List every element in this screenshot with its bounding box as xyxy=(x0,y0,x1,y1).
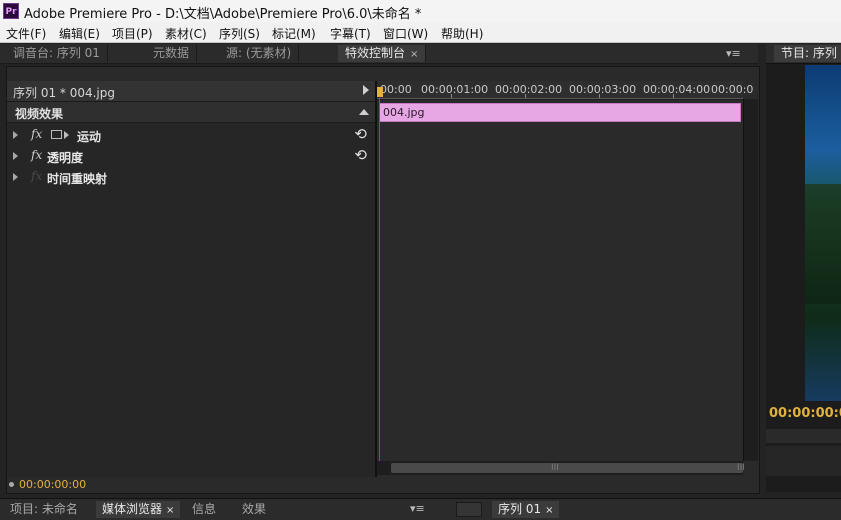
ruler-label: 00:00:02:00 xyxy=(495,83,563,96)
horizontal-scrollbar[interactable]: III III xyxy=(377,461,745,475)
ruler-label: 00:00:03:00 xyxy=(569,83,637,96)
fx-toggle-icon[interactable]: fx xyxy=(31,148,42,162)
preview-scene-image xyxy=(805,184,841,304)
menu-window[interactable]: 窗口(W) xyxy=(383,25,428,42)
close-icon[interactable]: × xyxy=(410,49,418,60)
menu-sequence[interactable]: 序列(S) xyxy=(219,25,260,42)
program-monitor-tabs: 节目: 序列 xyxy=(766,44,841,64)
timecode-dot-icon xyxy=(9,482,14,487)
expand-triangle-icon[interactable] xyxy=(13,152,18,160)
tab-media-browser-label: 媒体浏览器 xyxy=(102,502,163,516)
effect-timeline[interactable]: 00:00 00:00:01:00 00:00:02:00 00:00:03:0… xyxy=(377,81,753,461)
program-scrollbar[interactable] xyxy=(766,429,841,443)
window-title: Adobe Premiere Pro - D:\文档\Adobe\Premier… xyxy=(24,7,422,22)
scrollbar-thumb[interactable]: III III xyxy=(391,463,745,473)
effect-row-time-remap[interactable]: fx 时间重映射 xyxy=(7,167,375,187)
tab-audio-mixer[interactable]: 调音台: 序列 01 xyxy=(6,45,108,62)
effect-name-motion: 运动 xyxy=(77,130,102,144)
tab-effect-controls-label: 特效控制台 xyxy=(345,46,406,60)
ruler-baseline xyxy=(377,98,743,99)
effect-row-opacity[interactable]: fx 透明度 ⟲ xyxy=(7,146,375,166)
scroll-grip-icon: III xyxy=(737,463,745,473)
tab-metadata-label: 元数据 xyxy=(153,46,190,60)
tab-audio-mixer-label: 调音台: 序列 01 xyxy=(13,46,100,60)
fx-disabled-icon: fx xyxy=(31,169,43,183)
effect-controls-panel: 序列 01 * 004.jpg 视频效果 fx 运动 ⟲ fx 透明度 ⟲ fx… xyxy=(6,66,760,494)
tab-effects[interactable]: 效果 xyxy=(236,501,272,518)
tab-source-label: 源: (无素材) xyxy=(226,46,292,60)
tab-metadata[interactable]: 元数据 xyxy=(146,45,198,62)
panel-menu-icon[interactable]: ▾≡ xyxy=(410,502,425,515)
menu-project[interactable]: 项目(P) xyxy=(112,25,153,42)
effect-controls-footer: 00:00:00:00 xyxy=(7,477,759,493)
tab-info-label: 信息 xyxy=(192,502,217,516)
clip-header: 序列 01 * 004.jpg xyxy=(7,81,375,102)
ruler-label: 00:00 xyxy=(380,83,412,96)
menu-clip[interactable]: 素材(C) xyxy=(165,25,207,42)
ruler-label: 00:00:0 xyxy=(711,83,754,96)
menu-bar: 文件(F) 编辑(E) 项目(P) 素材(C) 序列(S) 标记(M) 字幕(T… xyxy=(0,22,841,43)
tab-program[interactable]: 节目: 序列 xyxy=(774,45,841,62)
close-icon[interactable]: × xyxy=(545,505,553,516)
program-controls xyxy=(766,446,841,476)
program-monitor-panel: 节目: 序列 00:00:00:0 xyxy=(766,44,841,492)
tab-project-label: 项目: 未命名 xyxy=(10,502,78,516)
close-icon[interactable]: × xyxy=(166,505,174,516)
clip-header-label: 序列 01 * 004.jpg xyxy=(13,86,116,100)
menu-marker[interactable]: 标记(M) xyxy=(272,25,316,42)
collapse-up-icon[interactable] xyxy=(359,109,369,115)
vertical-scrollbar[interactable] xyxy=(743,99,758,461)
bottom-panel-tabs: 项目: 未命名 媒体浏览器 × 信息 效果 ▾≡ 序列 01 × xyxy=(0,498,841,520)
expand-triangle-icon[interactable] xyxy=(13,173,18,181)
source-panel-tabs: 调音台: 序列 01 元数据 源: (无素材) 特效控制台 × ▾≡ xyxy=(0,44,758,64)
reset-icon[interactable]: ⟲ xyxy=(354,125,367,143)
playhead-handle-icon[interactable] xyxy=(377,87,383,97)
tab-media-browser[interactable]: 媒体浏览器 × xyxy=(96,501,181,518)
show-timeline-arrow-icon[interactable] xyxy=(363,85,369,95)
tab-sequence-label: 序列 01 xyxy=(498,502,542,516)
time-ruler[interactable]: 00:00 00:00:01:00 00:00:02:00 00:00:03:0… xyxy=(377,81,753,100)
transform-box-icon[interactable] xyxy=(51,130,62,139)
effect-name-time-remap: 时间重映射 xyxy=(47,172,108,186)
tab-project[interactable]: 项目: 未命名 xyxy=(4,501,84,518)
tab-effect-controls[interactable]: 特效控制台 × xyxy=(338,45,427,62)
clip-bar[interactable]: 004.jpg xyxy=(379,103,741,122)
tab-info[interactable]: 信息 xyxy=(186,501,222,518)
title-bar: Pr Adobe Premiere Pro - D:\文档\Adobe\Prem… xyxy=(0,0,841,22)
fx-toggle-icon[interactable]: fx xyxy=(31,127,42,141)
ruler-label: 00:00:04:00 xyxy=(643,83,711,96)
menu-title[interactable]: 字幕(T) xyxy=(330,25,371,42)
menu-file[interactable]: 文件(F) xyxy=(6,25,46,42)
menu-edit[interactable]: 编辑(E) xyxy=(59,25,100,42)
tools-grip-icon[interactable] xyxy=(456,502,482,517)
menu-help[interactable]: 帮助(H) xyxy=(441,25,483,42)
effect-row-motion[interactable]: fx 运动 ⟲ xyxy=(7,125,375,145)
expand-triangle-icon[interactable] xyxy=(13,131,18,139)
ruler-label: 00:00:01:00 xyxy=(421,83,489,96)
current-timecode[interactable]: 00:00:00:00 xyxy=(19,478,86,491)
clip-bar-label: 004.jpg xyxy=(383,106,425,119)
effect-list-area: 序列 01 * 004.jpg 视频效果 fx 运动 ⟲ fx 透明度 ⟲ fx… xyxy=(7,81,375,493)
scroll-grip-icon: III xyxy=(551,463,559,473)
playhead-line xyxy=(379,99,380,461)
tab-source[interactable]: 源: (无素材) xyxy=(219,45,300,62)
transform-arrow-icon xyxy=(64,131,69,139)
premiere-app-icon: Pr xyxy=(3,3,19,19)
panel-menu-icon[interactable]: ▾≡ xyxy=(726,47,741,60)
reset-icon[interactable]: ⟲ xyxy=(354,146,367,164)
tab-sequence[interactable]: 序列 01 × xyxy=(492,501,560,518)
effect-name-opacity: 透明度 xyxy=(47,151,84,165)
video-effects-header: 视频效果 xyxy=(7,102,375,123)
video-effects-label: 视频效果 xyxy=(15,107,64,121)
tab-effects-label: 效果 xyxy=(242,502,267,516)
program-timecode[interactable]: 00:00:00:0 xyxy=(769,406,841,421)
tab-program-label: 节目: 序列 xyxy=(781,46,837,60)
